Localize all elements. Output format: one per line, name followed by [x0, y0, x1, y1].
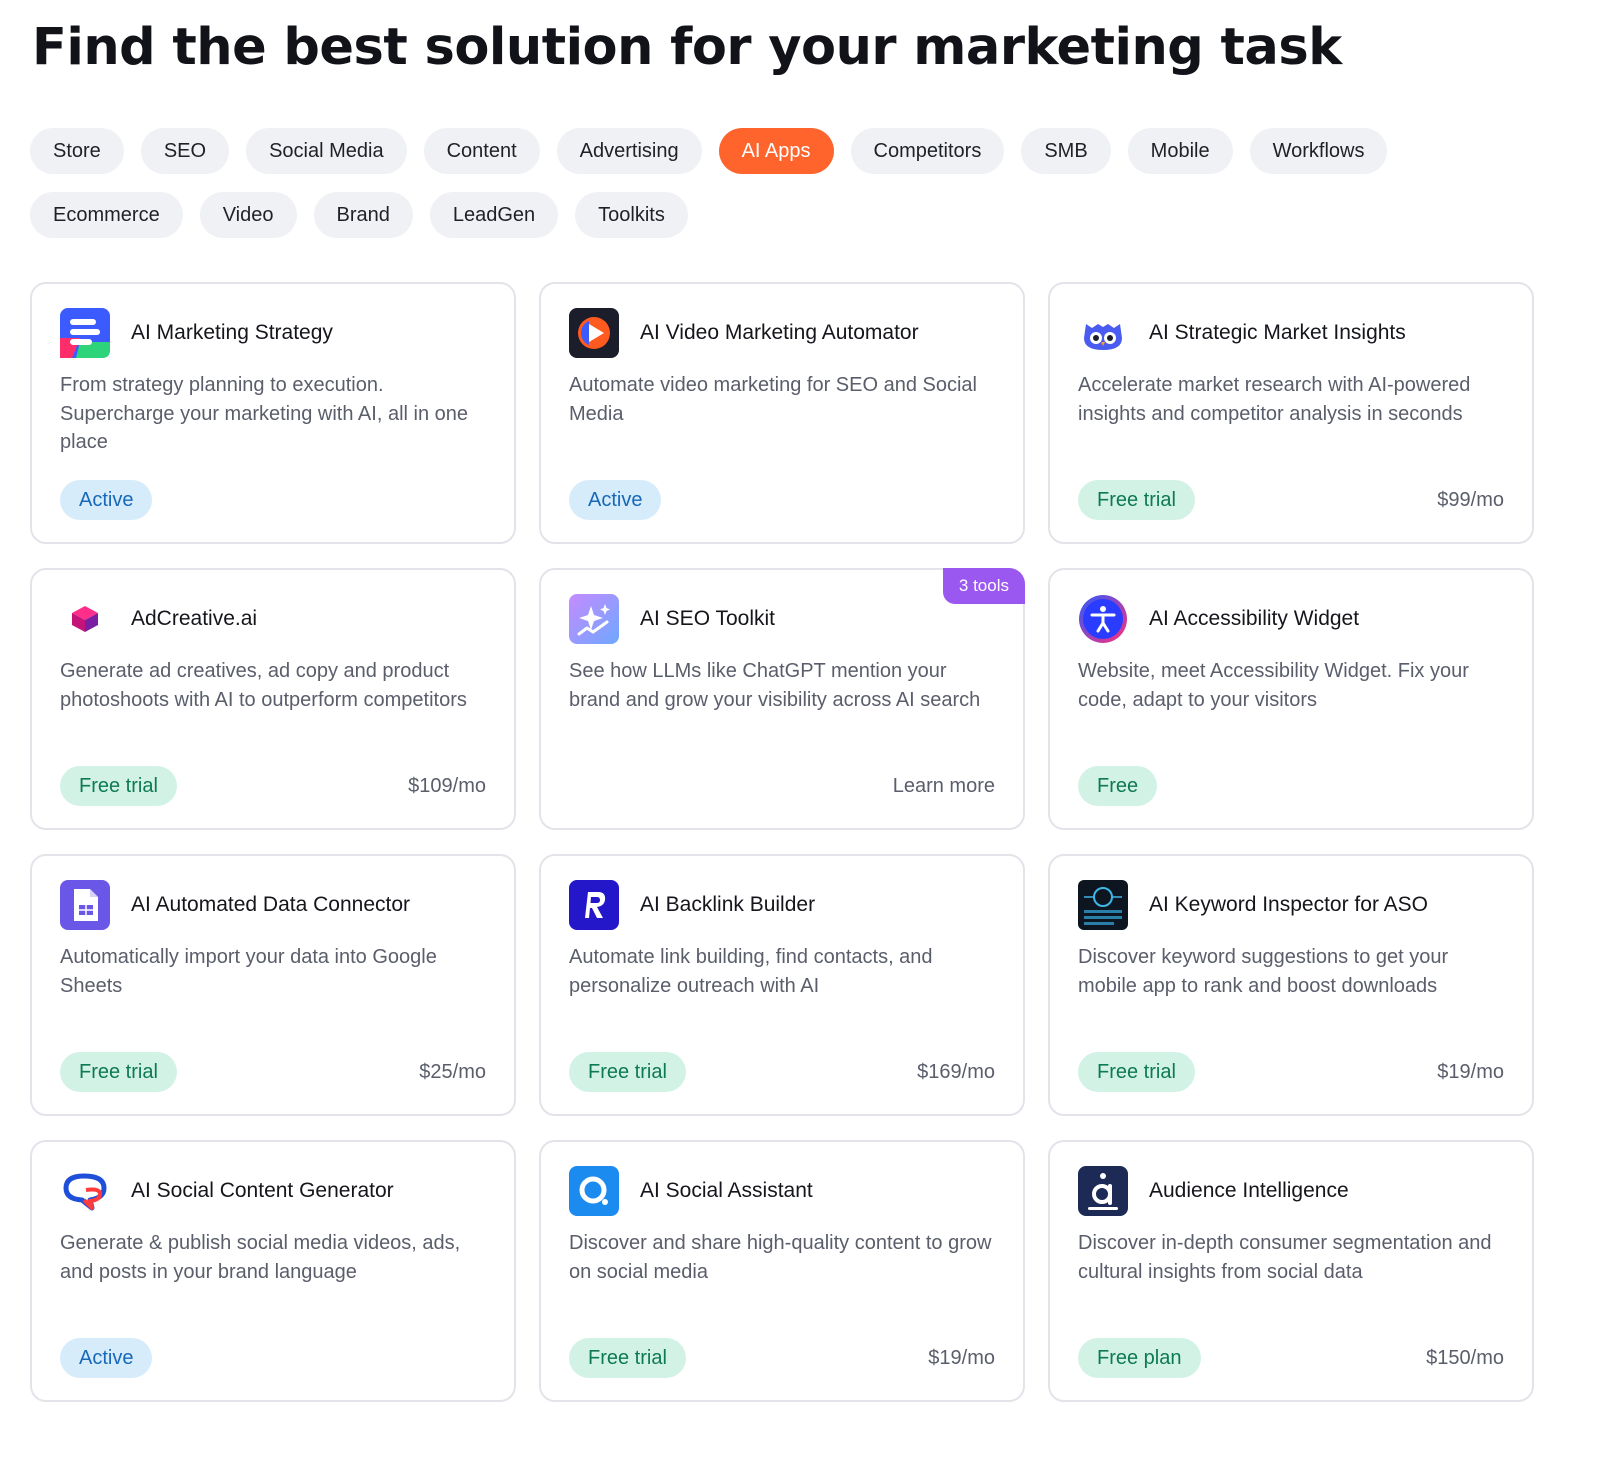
r-letter-logo-icon	[569, 880, 619, 930]
category-row-2: Ecommerce Video Brand LeadGen Toolkits	[30, 192, 1570, 238]
card-description: From strategy planning to execution. Sup…	[60, 374, 468, 453]
card-description: Accelerate market research with AI-power…	[1078, 374, 1471, 425]
chip-advertising[interactable]: Advertising	[556, 128, 702, 174]
card-description: Generate & publish social media videos, …	[60, 1232, 461, 1283]
card-header: AI Social Assistant	[569, 1166, 995, 1216]
chip-social-media[interactable]: Social Media	[246, 128, 407, 174]
card-description: See how LLMs like ChatGPT mention your b…	[569, 660, 981, 711]
chip-ecommerce[interactable]: Ecommerce	[30, 192, 183, 238]
card-description: Discover keyword suggestions to get your…	[1078, 946, 1449, 997]
app-card-ai-keyword-inspector-aso[interactable]: AI Keyword Inspector for ASO Discover ke…	[1048, 854, 1534, 1116]
chip-video[interactable]: Video	[199, 192, 297, 238]
price-label: $19/mo	[928, 1347, 995, 1369]
price-label: $169/mo	[917, 1061, 995, 1083]
page-title: Find the best solution for your marketin…	[32, 18, 1342, 77]
card-description: Website, meet Accessibility Widget. Fix …	[1078, 660, 1469, 711]
card-title: AI Video Marketing Automator	[640, 321, 919, 344]
card-title: AI Automated Data Connector	[131, 893, 410, 916]
card-description: Discover and share high-quality content …	[569, 1232, 992, 1283]
chip-workflows[interactable]: Workflows	[1249, 128, 1388, 174]
status-badge: Free trial	[1078, 480, 1195, 520]
chip-seo[interactable]: SEO	[140, 128, 230, 174]
card-header: AI Automated Data Connector	[60, 880, 486, 930]
status-badge: Free trial	[569, 1338, 686, 1378]
social-assistant-logo-icon	[569, 1166, 619, 1216]
audience-a-logo-icon	[1078, 1166, 1128, 1216]
owl-logo-icon	[1084, 324, 1122, 350]
card-title: Audience Intelligence	[1149, 1179, 1349, 1202]
card-description: Automate link building, find contacts, a…	[569, 946, 933, 997]
card-description: Generate ad creatives, ad copy and produ…	[60, 660, 467, 711]
price-label: $150/mo	[1426, 1347, 1504, 1369]
card-description: Automate video marketing for SEO and Soc…	[569, 374, 977, 425]
app-card-ai-automated-data-connector[interactable]: AI Automated Data Connector Automaticall…	[30, 854, 516, 1116]
card-header: AI Social Content Generator	[60, 1166, 486, 1216]
price-label: $25/mo	[419, 1061, 486, 1083]
card-title: AI Strategic Market Insights	[1149, 321, 1406, 344]
app-card-ai-social-assistant[interactable]: AI Social Assistant Discover and share h…	[539, 1140, 1025, 1402]
card-title: AdCreative.ai	[131, 607, 258, 630]
status-badge: Free trial	[1078, 1052, 1195, 1092]
card-header: AI Marketing Strategy	[60, 308, 486, 358]
card-title: AI Keyword Inspector for ASO	[1149, 893, 1428, 916]
chip-store[interactable]: Store	[30, 128, 124, 174]
app-card-ai-marketing-strategy[interactable]: AI Marketing Strategy From strategy plan…	[30, 282, 516, 544]
sparkles-logo-icon	[569, 594, 619, 644]
status-badge: Free trial	[60, 766, 177, 806]
card-description: Automatically import your data into Goog…	[60, 946, 437, 997]
card-header: AI SEO Toolkit	[569, 594, 995, 644]
card-title: AI Accessibility Widget	[1149, 607, 1360, 630]
price-label: $109/mo	[408, 775, 486, 797]
speech-bubble-logo-icon	[63, 1173, 107, 1211]
chip-toolkits[interactable]: Toolkits	[575, 192, 688, 238]
app-card-ai-backlink-builder[interactable]: AI Backlink Builder Automate link buildi…	[539, 854, 1025, 1116]
card-title: AI Social Assistant	[640, 1179, 813, 1202]
card-header: AI Accessibility Widget	[1078, 594, 1504, 644]
status-badge: Active	[60, 1338, 153, 1378]
chip-content[interactable]: Content	[423, 128, 540, 174]
adcreative-cube-logo-icon	[72, 606, 98, 632]
card-header: AdCreative.ai	[60, 594, 486, 644]
app-card-audience-intelligence[interactable]: Audience Intelligence Discover in-depth …	[1048, 1140, 1534, 1402]
status-badge: Active	[569, 480, 662, 520]
status-badge: Active	[60, 480, 153, 520]
category-filter: Store SEO Social Media Content Advertisi…	[30, 128, 1570, 256]
status-badge: Free trial	[60, 1052, 177, 1092]
card-header: Audience Intelligence	[1078, 1166, 1504, 1216]
chip-mobile[interactable]: Mobile	[1127, 128, 1233, 174]
card-header: AI Strategic Market Insights	[1078, 308, 1504, 358]
card-title: AI Backlink Builder	[640, 893, 816, 916]
card-header: AI Video Marketing Automator	[569, 308, 995, 358]
app-card-ai-strategic-market-insights[interactable]: AI Strategic Market Insights Accelerate …	[1048, 282, 1534, 544]
ai-marketing-strategy-logo-icon	[60, 308, 110, 358]
chip-ai-apps[interactable]: AI Apps	[718, 128, 834, 174]
category-row-1: Store SEO Social Media Content Advertisi…	[30, 128, 1570, 174]
status-badge: Free	[1078, 766, 1158, 806]
chip-smb[interactable]: SMB	[1021, 128, 1111, 174]
video-play-logo-icon	[569, 308, 619, 358]
status-badge: Free plan	[1078, 1338, 1201, 1378]
sheets-logo-icon	[60, 880, 110, 930]
card-header: AI Keyword Inspector for ASO	[1078, 880, 1504, 930]
status-badge: Free trial	[569, 1052, 686, 1092]
app-grid: AI Marketing Strategy From strategy plan…	[30, 282, 1534, 1402]
card-description: Discover in-depth consumer segmentation …	[1078, 1232, 1492, 1283]
price-label: $19/mo	[1437, 1061, 1504, 1083]
chip-competitors[interactable]: Competitors	[850, 128, 1005, 174]
app-card-ai-social-content-generator[interactable]: AI Social Content Generator Generate & p…	[30, 1140, 516, 1402]
card-title: AI Marketing Strategy	[131, 321, 333, 344]
accessibility-logo-icon	[1079, 595, 1127, 643]
app-card-ai-accessibility-widget[interactable]: AI Accessibility Widget Website, meet Ac…	[1048, 568, 1534, 830]
card-title: AI SEO Toolkit	[640, 607, 776, 630]
app-card-ai-video-marketing-automator[interactable]: AI Video Marketing Automator Automate vi…	[539, 282, 1025, 544]
chip-leadgen[interactable]: LeadGen	[429, 192, 559, 238]
card-title: AI Social Content Generator	[131, 1179, 394, 1202]
learn-more-link[interactable]: Learn more	[893, 775, 995, 798]
price-label: $99/mo	[1437, 489, 1504, 511]
card-header: AI Backlink Builder	[569, 880, 995, 930]
chip-brand[interactable]: Brand	[313, 192, 413, 238]
app-card-ai-seo-toolkit[interactable]: 3 tools AI SEO Toolkit See how LLMs like…	[539, 568, 1025, 830]
app-card-adcreative-ai[interactable]: AdCreative.ai Generate ad creatives, ad …	[30, 568, 516, 830]
keyword-inspector-logo-icon	[1078, 880, 1128, 930]
